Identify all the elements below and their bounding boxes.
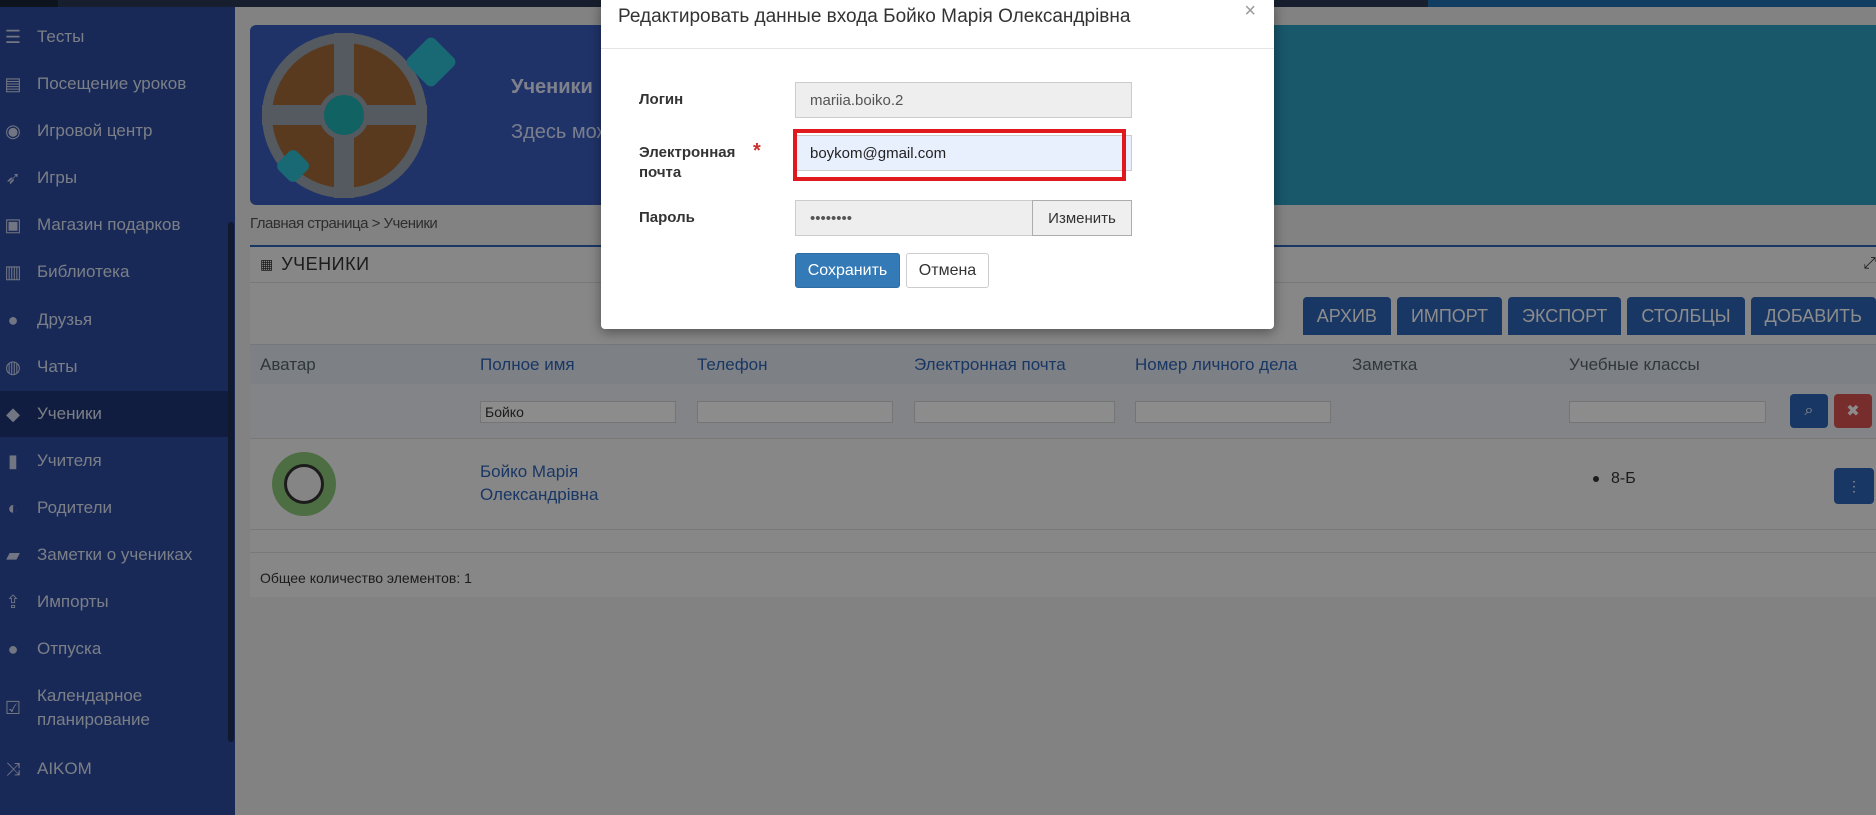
highlight-box bbox=[793, 129, 1126, 181]
save-button[interactable]: Сохранить bbox=[795, 253, 900, 288]
required-mark: * bbox=[753, 140, 761, 162]
change-password-button[interactable]: Изменить bbox=[1032, 200, 1132, 236]
edit-login-modal: Редактировать данные входа Бойко Марія О… bbox=[601, 0, 1274, 329]
login-field: mariia.boiko.2 bbox=[795, 82, 1132, 118]
password-label: Пароль bbox=[639, 209, 695, 226]
close-icon[interactable]: × bbox=[1244, 0, 1256, 23]
cancel-button[interactable]: Отмена bbox=[906, 253, 989, 288]
modal-title: Редактировать данные входа Бойко Марія О… bbox=[618, 6, 1131, 27]
modal-divider bbox=[601, 48, 1274, 49]
password-field: •••••••• bbox=[795, 200, 1033, 236]
login-label: Логин bbox=[639, 91, 684, 108]
email-label: Электронная почта bbox=[639, 144, 736, 181]
